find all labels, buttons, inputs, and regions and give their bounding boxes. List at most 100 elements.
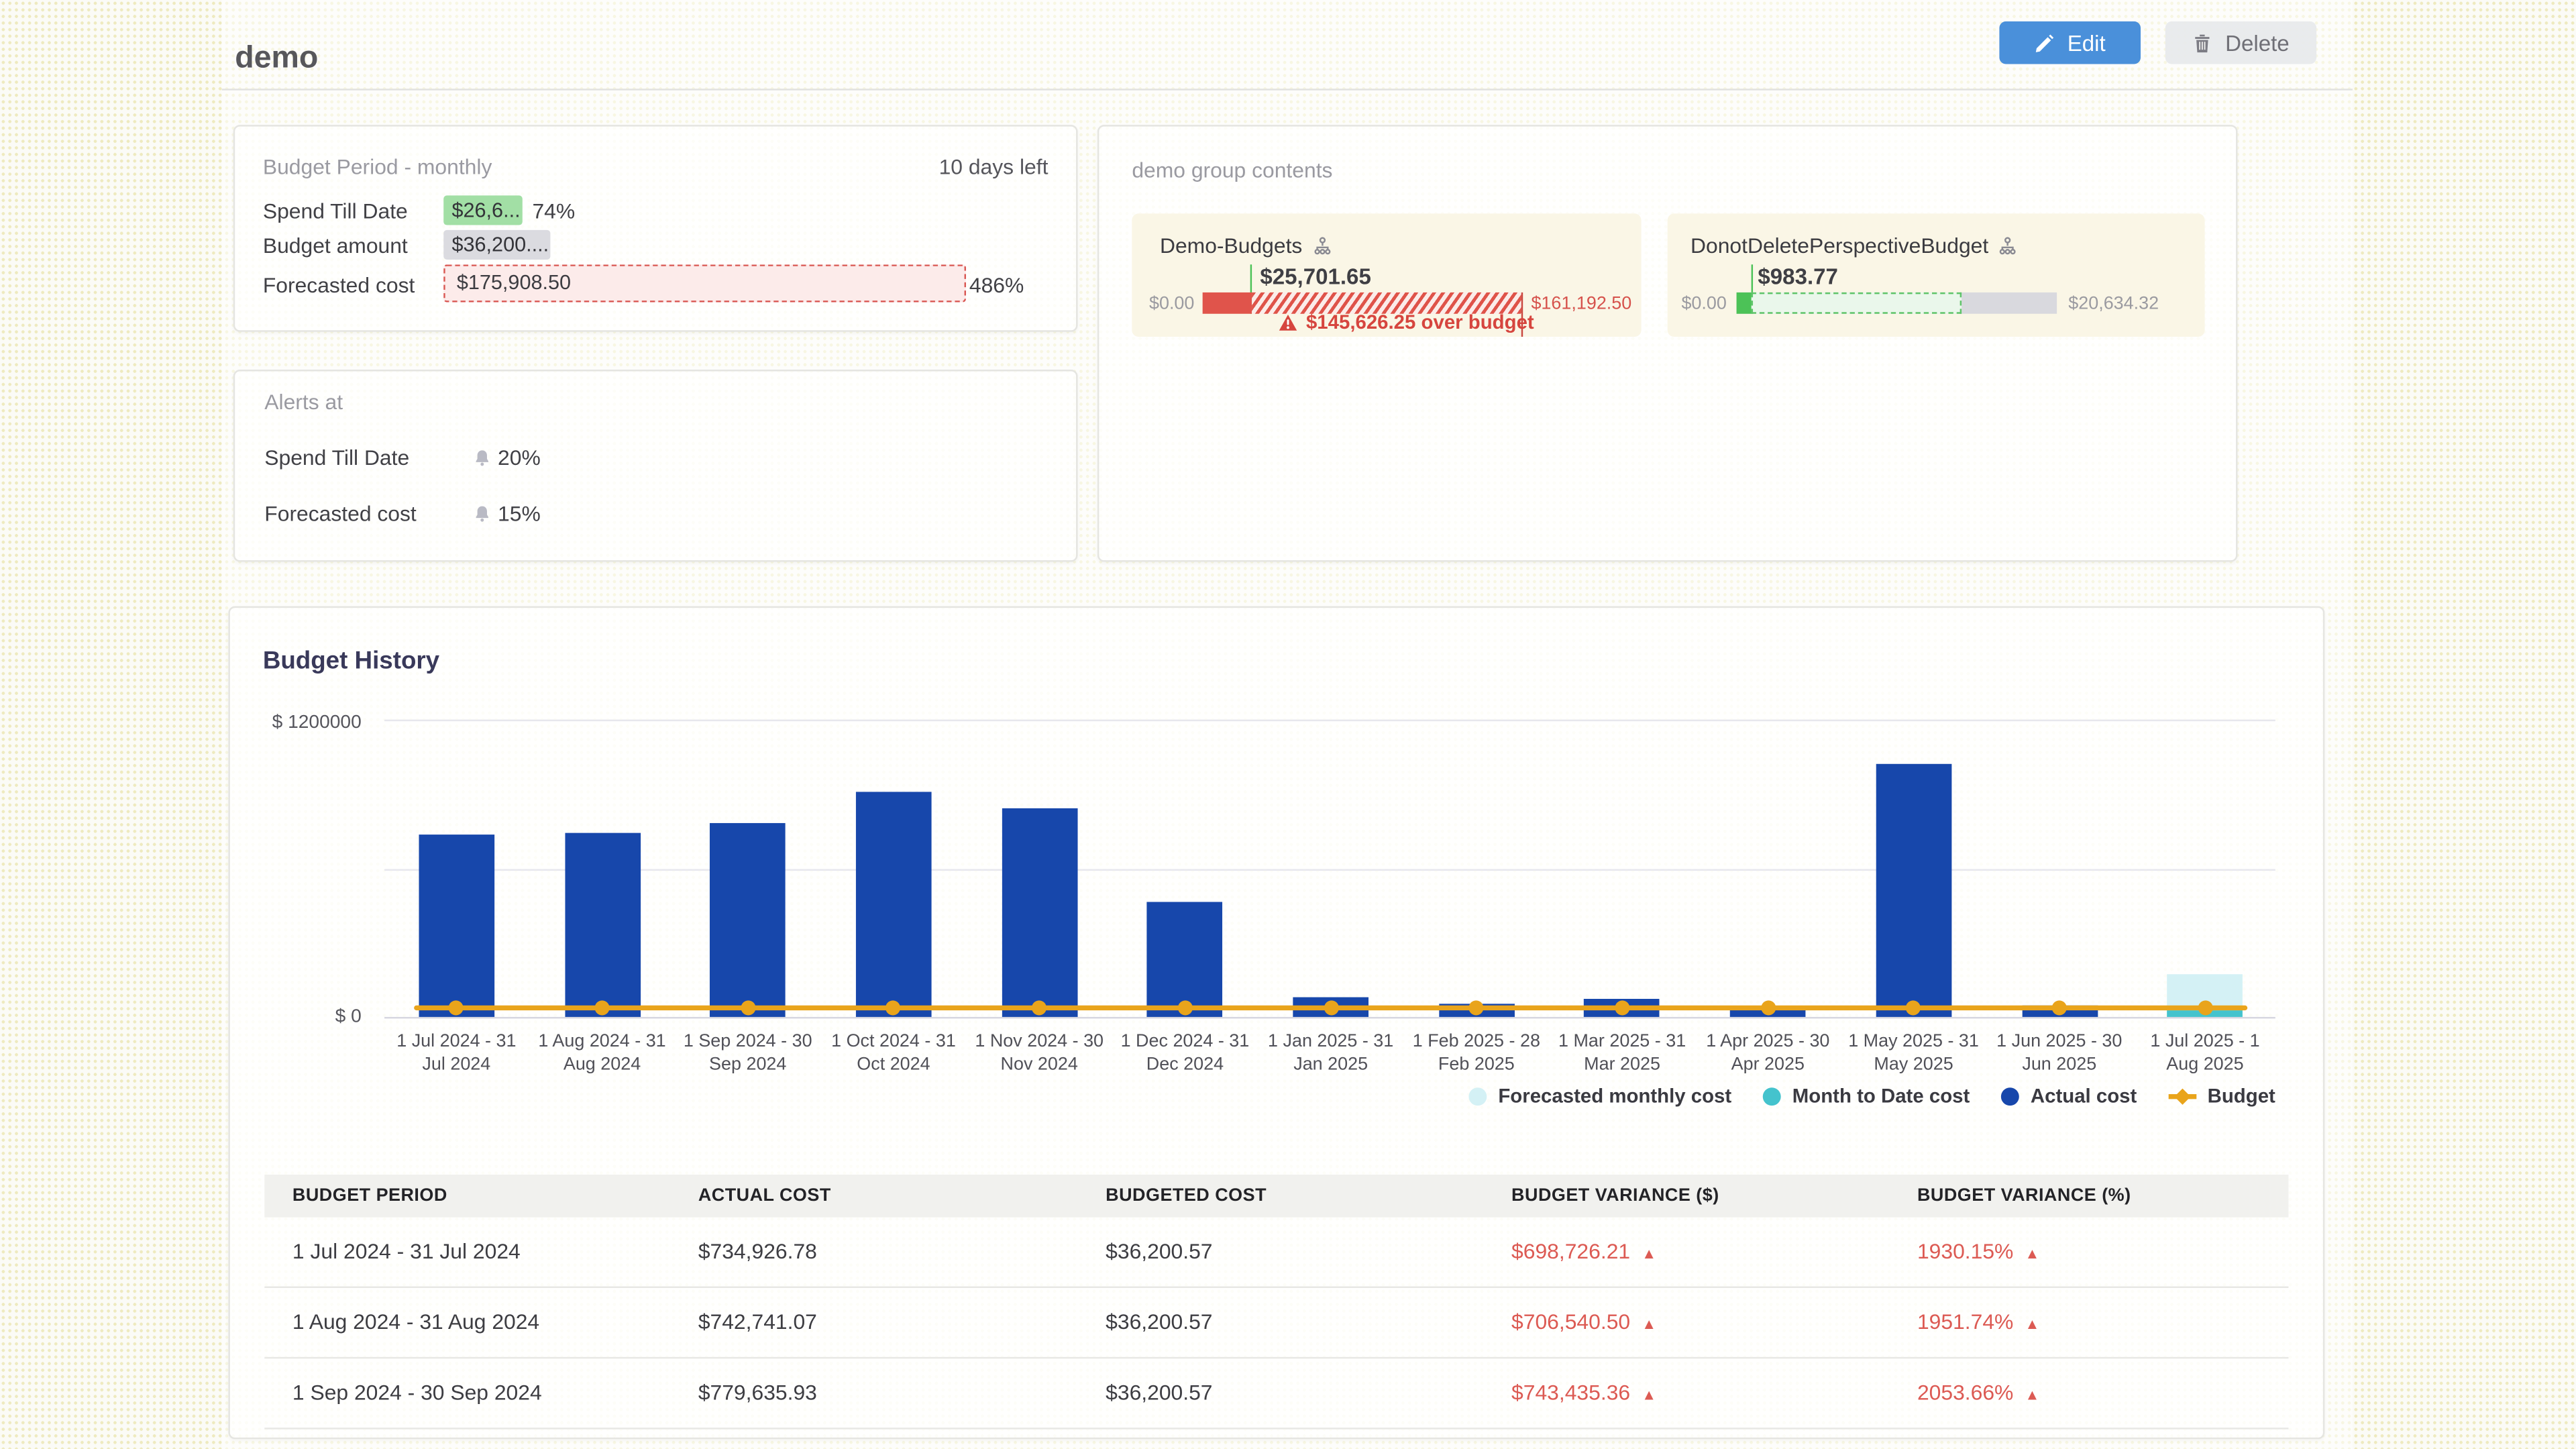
legend-item-actual[interactable]: Actual cost [2001,1084,2137,1107]
legend-budget-marker [2168,1087,2196,1104]
spend-segment [1737,292,1752,314]
trash-icon [2192,32,2214,54]
legend-item-mtd[interactable]: Month to Date cost [1763,1084,1970,1107]
x-axis-label-6: 1 Jan 2025 - 31Jan 2025 [1256,1032,1404,1076]
x-axis-label-12: 1 Jul 2025 - 1Aug 2025 [2131,1032,2279,1076]
up-triangle-icon: ▲ [1642,1387,1656,1403]
alert-label: Spend Till Date [264,445,473,470]
legend-dot-forecasted [1468,1087,1487,1105]
over-budget-text: $145,626.25 over budget [1306,311,1534,333]
forecasted-cost-label: Forecasted cost [263,273,415,298]
warning-icon [1278,313,1297,331]
chart-legend: Forecasted monthly cost Month to Date co… [1468,1084,2275,1107]
page-header: demo Edit Delete [222,0,2353,91]
chart-plot [384,720,2275,1017]
cell-variance-pct: 1951.74%▲ [1917,1288,2039,1358]
donotdelete-bar[interactable] [1737,292,2057,314]
gridline-1200k [384,720,2275,721]
child-budget-card-donotdelete[interactable]: DonotDeletePerspectiveBudget $983.77 $0.… [1668,213,2205,337]
budget-amount-value: $36,200.... [443,230,550,260]
bar-actual-cost-3[interactable] [856,792,932,1017]
alert-threshold: 20% [498,445,541,470]
budget-period-card: Budget Period - monthly 10 days left Spe… [233,125,1078,332]
budget-amount-label: Budget amount [263,233,408,258]
x-axis-label-2: 1 Sep 2024 - 30Sep 2024 [674,1032,822,1076]
x-axis-label-9: 1 Apr 2025 - 30Apr 2025 [1694,1032,1841,1076]
up-triangle-icon: ▲ [1642,1316,1656,1332]
bar-actual-cost-2[interactable] [710,824,786,1017]
delete-button[interactable]: Delete [2165,21,2316,64]
bar-actual-cost-0[interactable] [419,835,494,1017]
cell-period: 1 Aug 2024 - 31 Aug 2024 [292,1288,539,1357]
cell-budgeted-cost: $36,200.57 [1106,1288,1212,1357]
table-row-0[interactable]: 1 Jul 2024 - 31 Jul 2024 $734,926.78 $36,2… [264,1218,2288,1288]
history-table-header: BUDGET PERIOD ACTUAL COST BUDGETED COST … [264,1175,2288,1218]
delete-button-label: Delete [2225,30,2290,55]
x-axis-label-4: 1 Nov 2024 - 30Nov 2024 [965,1032,1113,1076]
history-table-body: 1 Jul 2024 - 31 Jul 2024 $734,926.78 $36,2… [264,1218,2288,1430]
cell-variance-usd: $743,435.36▲ [1511,1358,1656,1429]
cell-variance-usd: $698,726.21▲ [1511,1218,1656,1288]
budget-point-8[interactable] [1615,1000,1629,1015]
up-triangle-icon: ▲ [2025,1316,2040,1332]
y-axis-top-label: $ 1200000 [230,713,362,733]
child-budget-name: Demo-Budgets [1160,233,1302,258]
edit-button[interactable]: Edit [1999,21,2141,64]
cell-actual-cost: $742,741.07 [698,1288,817,1357]
spend-segment [1203,292,1252,314]
up-triangle-icon: ▲ [2025,1245,2040,1261]
forecasted-cost-value: $175,908.50 [443,264,966,302]
legend-item-forecasted[interactable]: Forecasted monthly cost [1468,1084,1731,1107]
budget-point-11[interactable] [2052,1000,2067,1015]
col-budget-variance-pct: BUDGET VARIANCE (%) [1917,1175,2131,1218]
budget-point-9[interactable] [1760,1000,1775,1015]
forecasted-cost-percent: 486% [969,273,1024,298]
col-budget-variance-usd: BUDGET VARIANCE ($) [1511,1175,1719,1218]
cell-period: 1 Jul 2024 - 31 Jul 2024 [292,1218,521,1287]
budget-period-header: Budget Period - monthly [263,154,492,179]
legend-dot-actual [2001,1087,2019,1105]
table-row-2[interactable]: 1 Sep 2024 - 30 Sep 2024$779,635.93$36,2… [264,1358,2288,1429]
legend-label: Budget [2208,1084,2275,1107]
cell-actual-cost: $734,926.78 [698,1218,817,1287]
bar-min-label: $0.00 [1671,294,1727,313]
child-budget-card-demo-budgets[interactable]: Demo-Budgets $25,701.65 $0.00 $161,192.5… [1132,213,1641,337]
cell-variance-pct: 1930.15%▲ [1917,1218,2039,1288]
legend-label: Actual cost [2031,1084,2137,1107]
child-budget-name-row: DonotDeletePerspectiveBudget [1690,233,2018,258]
budget-point-12[interactable] [2198,1000,2212,1015]
bar-actual-cost-4[interactable] [1002,808,1077,1017]
edit-button-label: Edit [2068,30,2106,55]
budget-history-card: Budget History $ 1200000 $ 0 1 Jul 2024 … [228,606,2324,1440]
alert-row-forecast: Forecasted cost 15% [264,501,593,526]
budget-history-title: Budget History [263,647,439,676]
budget-point-5[interactable] [1177,1000,1192,1015]
legend-dot-mtd [1763,1087,1781,1105]
col-budgeted-cost: BUDGETED COST [1106,1175,1267,1218]
page-title: demo [235,41,318,77]
cell-budgeted-cost: $36,200.57 [1106,1218,1212,1287]
spend-till-date-value: $26,6... [443,195,523,225]
chart-x-axis: 1 Jul 2024 - 31Jul 20241 Aug 2024 - 31Au… [384,1032,2275,1084]
group-contents-header: demo group contents [1132,158,1332,182]
bar-actual-cost-5[interactable] [1147,902,1223,1017]
legend-item-budget[interactable]: Budget [2168,1084,2275,1107]
up-triangle-icon: ▲ [2025,1387,2040,1403]
pencil-icon [2035,32,2056,54]
child-budget-spend-value: $983.77 [1758,264,1838,289]
spend-till-date-label: Spend Till Date [263,199,408,223]
cell-actual-cost: $779,635.93 [698,1358,817,1428]
budget-point-2[interactable] [741,1000,755,1015]
bar-actual-cost-10[interactable] [1876,764,1951,1017]
x-axis-label-11: 1 Jun 2025 - 30Jun 2025 [1986,1032,2133,1076]
hierarchy-icon [1998,235,2018,255]
forecast-segment [1752,292,1962,314]
gridline-600k [384,868,2275,869]
bar-actual-cost-1[interactable] [564,833,640,1017]
table-row-1[interactable]: 1 Aug 2024 - 31 Aug 2024 $742,741.07 $36,2… [264,1288,2288,1358]
budget-point-1[interactable] [595,1000,610,1015]
x-axis-label-8: 1 Mar 2025 - 31Mar 2025 [1548,1032,1696,1076]
x-axis-label-5: 1 Dec 2024 - 31Dec 2024 [1111,1032,1258,1076]
days-left-label: 10 days left [939,154,1049,179]
alert-threshold: 15% [498,501,541,526]
